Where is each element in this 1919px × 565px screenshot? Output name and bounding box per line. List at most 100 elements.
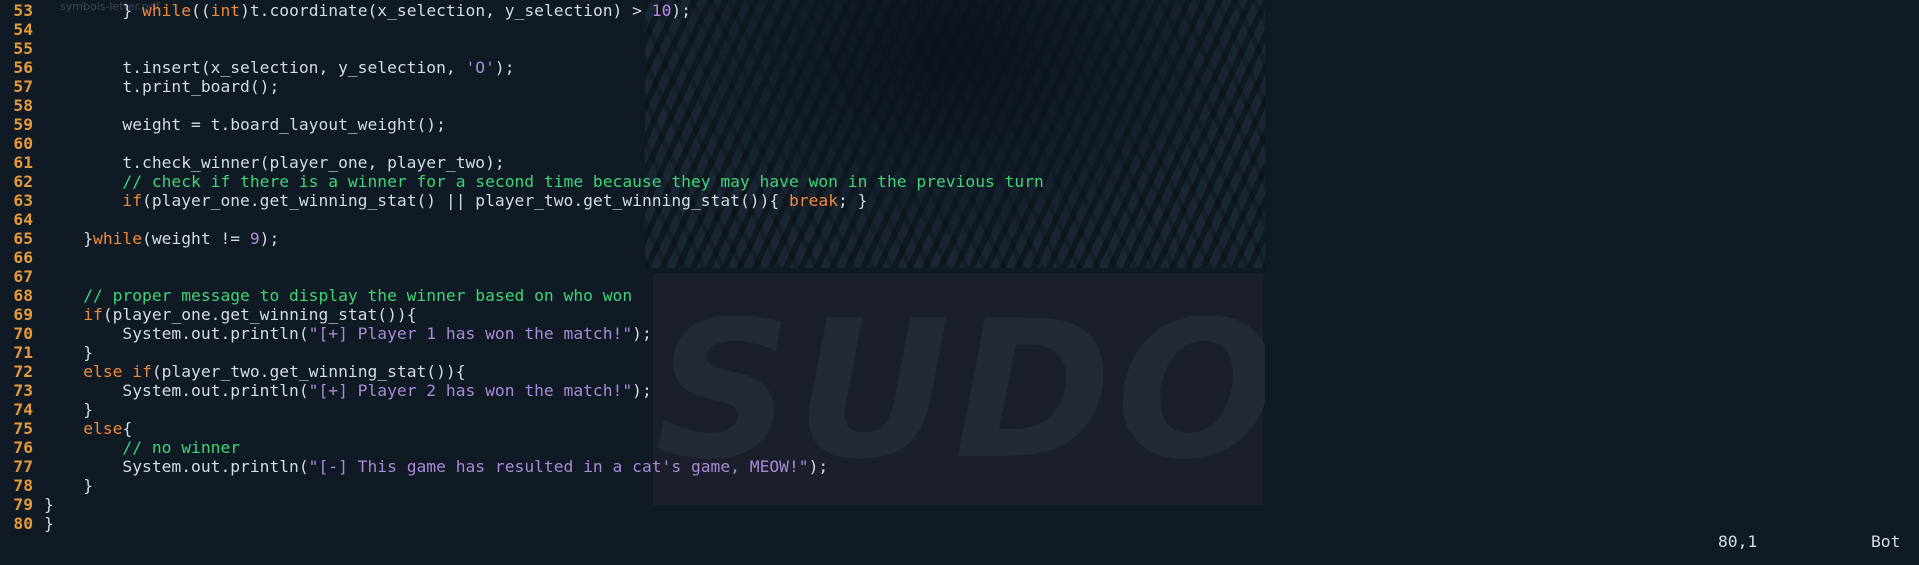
code-token: (player_one.get_winning_stat()){ bbox=[102, 305, 417, 324]
line-code: // proper message to display the winner … bbox=[44, 286, 632, 305]
code-line[interactable]: 79} bbox=[0, 495, 54, 514]
code-line[interactable]: 58 bbox=[0, 96, 44, 115]
line-code: }while(weight != 9); bbox=[44, 229, 279, 248]
code-line[interactable]: 80} bbox=[0, 514, 54, 533]
code-line[interactable]: 61 t.check_winner(player_one, player_two… bbox=[0, 153, 505, 172]
code-token: else bbox=[83, 419, 123, 438]
code-token: 'O' bbox=[465, 58, 495, 77]
code-token: t.check_winner(player_one, player_two); bbox=[44, 153, 505, 172]
code-token: "[+] Player 2 has won the match!" bbox=[308, 381, 633, 400]
wallpaper-tree-image bbox=[645, 0, 1265, 268]
code-line[interactable]: 76 // no winner bbox=[0, 438, 240, 457]
line-code: } bbox=[44, 476, 93, 495]
code-token: } bbox=[44, 476, 94, 495]
line-number: 55 bbox=[13, 39, 33, 58]
line-code: else{ bbox=[44, 419, 132, 438]
code-line[interactable]: 63 if(player_one.get_winning_stat() || p… bbox=[0, 191, 867, 210]
code-token: if bbox=[83, 305, 103, 324]
line-code: System.out.println("[-] This game has re… bbox=[44, 457, 828, 476]
code-line[interactable]: 69 if(player_one.get_winning_stat()){ bbox=[0, 305, 417, 324]
code-line[interactable]: 60 bbox=[0, 134, 44, 153]
code-line[interactable]: 68 // proper message to display the winn… bbox=[0, 286, 632, 305]
line-code: // check if there is a winner for a seco… bbox=[44, 172, 1044, 191]
terminal-window[interactable]: SUDO symbols-letter.pdf 53 } while((int)… bbox=[0, 0, 1919, 565]
line-number: 56 bbox=[13, 58, 33, 77]
line-code: if(player_one.get_winning_stat() || play… bbox=[44, 191, 867, 210]
code-token: ); bbox=[259, 229, 280, 248]
line-number: 79 bbox=[13, 495, 33, 514]
code-line[interactable]: 73 System.out.println("[+] Player 2 has … bbox=[0, 381, 651, 400]
line-number: 73 bbox=[13, 381, 33, 400]
code-token: } bbox=[44, 1, 143, 20]
code-token: } bbox=[44, 495, 54, 514]
line-number: 70 bbox=[13, 324, 33, 343]
code-line[interactable]: 53 } while((int)t.coordinate(x_selection… bbox=[0, 1, 691, 20]
code-token: (player_one.get_winning_stat() || player… bbox=[142, 191, 789, 210]
line-number: 57 bbox=[13, 77, 33, 96]
line-number: 59 bbox=[13, 115, 33, 134]
code-line[interactable]: 71 } bbox=[0, 343, 93, 362]
line-code: // no winner bbox=[44, 438, 240, 457]
code-line[interactable]: 77 System.out.println("[-] This game has… bbox=[0, 457, 828, 476]
line-number: 61 bbox=[13, 153, 33, 172]
line-number: 58 bbox=[13, 96, 33, 115]
code-line[interactable]: 78 } bbox=[0, 476, 93, 495]
code-line[interactable]: 55 bbox=[0, 39, 44, 58]
line-number: 65 bbox=[13, 229, 33, 248]
line-code: weight = t.board_layout_weight(); bbox=[44, 115, 445, 134]
line-number: 75 bbox=[13, 419, 33, 438]
code-token: if bbox=[122, 191, 143, 210]
line-number: 72 bbox=[13, 362, 33, 381]
code-token: 9 bbox=[249, 229, 260, 248]
line-code: } while((int)t.coordinate(x_selection, y… bbox=[44, 1, 691, 20]
code-line[interactable]: 57 t.print_board(); bbox=[0, 77, 279, 96]
line-number: 67 bbox=[13, 267, 33, 286]
line-code: t.insert(x_selection, y_selection, 'O'); bbox=[44, 58, 515, 77]
code-line[interactable]: 62 // check if there is a winner for a s… bbox=[0, 172, 1044, 191]
code-line[interactable]: 56 t.insert(x_selection, y_selection, 'O… bbox=[0, 58, 515, 77]
code-line[interactable]: 54 bbox=[0, 20, 44, 39]
code-token: ; } bbox=[838, 191, 868, 210]
code-line[interactable]: 64 bbox=[0, 210, 44, 229]
line-number: 68 bbox=[13, 286, 33, 305]
line-number: 63 bbox=[13, 191, 33, 210]
line-number: 71 bbox=[13, 343, 33, 362]
code-token: (player_two.get_winning_stat()){ bbox=[151, 362, 466, 381]
code-token: int bbox=[210, 1, 241, 20]
code-token: ); bbox=[632, 324, 652, 343]
line-number: 64 bbox=[13, 210, 33, 229]
code-token: (weight != bbox=[142, 229, 250, 248]
code-token: // check if there is a winner for a seco… bbox=[44, 172, 1044, 191]
code-line[interactable]: 59 weight = t.board_layout_weight(); bbox=[0, 115, 446, 134]
code-token: else if bbox=[83, 362, 152, 381]
line-number: 77 bbox=[13, 457, 33, 476]
code-token: (( bbox=[191, 1, 211, 20]
line-code: t.print_board(); bbox=[44, 77, 279, 96]
code-line[interactable]: 66 bbox=[0, 248, 44, 267]
code-token: { bbox=[122, 419, 133, 438]
code-token: } bbox=[44, 229, 94, 248]
code-token: )t.coordinate(x_selection, y_selection) … bbox=[240, 1, 652, 20]
code-token: ); bbox=[494, 58, 515, 77]
code-token: } bbox=[44, 514, 54, 533]
line-number: 69 bbox=[13, 305, 33, 324]
code-line[interactable]: 67 bbox=[0, 267, 44, 286]
line-number: 66 bbox=[13, 248, 33, 267]
line-code: } bbox=[44, 514, 54, 533]
code-token: // proper message to display the winner … bbox=[44, 286, 633, 305]
code-token: "[+] Player 1 has won the match!" bbox=[308, 324, 633, 343]
code-line[interactable]: 75 else{ bbox=[0, 419, 132, 438]
code-token: ); bbox=[808, 457, 829, 476]
code-token: while bbox=[93, 229, 143, 248]
code-line[interactable]: 70 System.out.println("[+] Player 1 has … bbox=[0, 324, 652, 343]
code-line[interactable]: 72 else if(player_two.get_winning_stat()… bbox=[0, 362, 466, 381]
code-token: System.out.println( bbox=[44, 457, 309, 476]
line-code: t.check_winner(player_one, player_two); bbox=[44, 153, 505, 172]
code-token: } bbox=[44, 343, 94, 362]
line-code: } bbox=[44, 495, 54, 514]
code-line[interactable]: 74 } bbox=[0, 400, 93, 419]
code-line[interactable]: 65 }while(weight != 9); bbox=[0, 229, 279, 248]
